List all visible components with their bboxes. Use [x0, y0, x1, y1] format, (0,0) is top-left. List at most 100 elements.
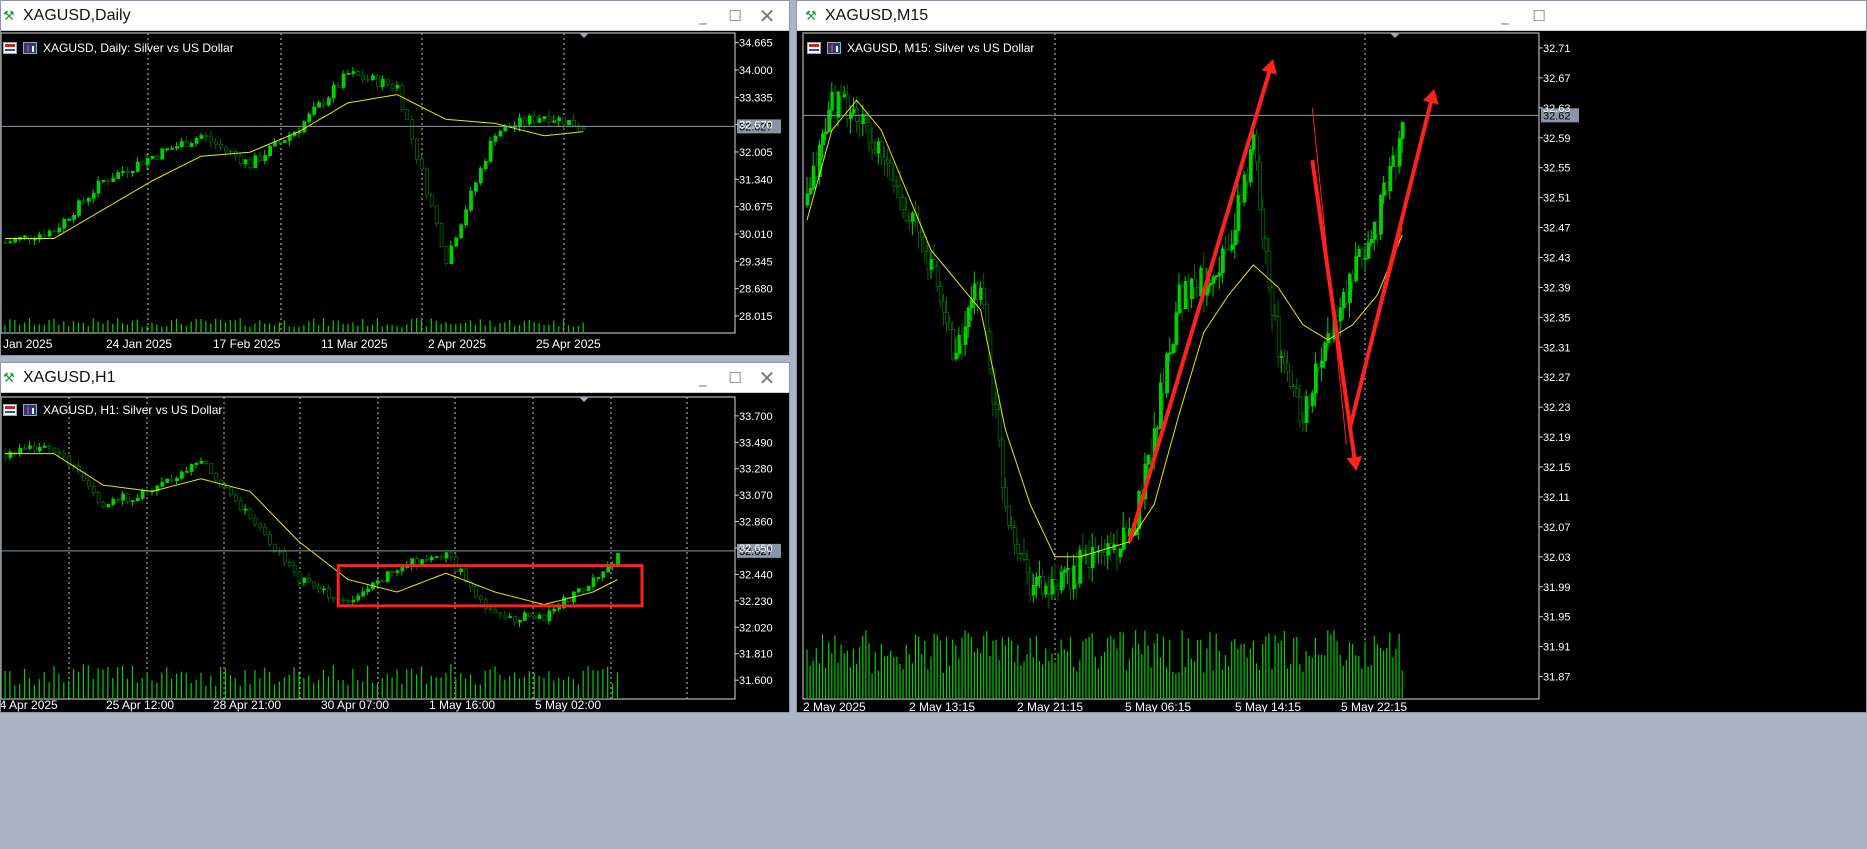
close-button[interactable]: ✕	[755, 5, 779, 27]
candle-body	[57, 227, 62, 233]
candle-body	[1376, 221, 1380, 235]
minimize-button[interactable]: _	[691, 5, 715, 27]
candle-body	[839, 91, 844, 98]
candle-body	[889, 162, 894, 181]
maximize-button[interactable]: ☐	[723, 5, 747, 27]
candle-body	[1174, 312, 1179, 345]
candle-body	[1242, 174, 1247, 203]
close-button[interactable]: ✕	[755, 367, 779, 389]
maximize-button[interactable]: ☐	[1527, 5, 1551, 27]
candle-body	[963, 326, 968, 345]
y-tick-label: 32.650	[739, 543, 773, 555]
candle-body	[385, 571, 390, 582]
candle-body	[601, 571, 606, 578]
candle-body	[351, 71, 356, 74]
h1-chart[interactable]: 32.62733.70033.49033.28033.07032.86032.6…	[1, 393, 789, 713]
candle-body	[867, 121, 872, 144]
candle-body	[37, 446, 42, 452]
candle-body	[1220, 248, 1225, 274]
candle-body	[194, 138, 199, 144]
candle-body	[1162, 382, 1166, 394]
candle-body	[1168, 352, 1173, 355]
candle-body	[121, 171, 125, 174]
candle-body	[488, 608, 493, 611]
candle-body	[1186, 281, 1191, 300]
candle-body	[932, 259, 937, 268]
candle-body	[165, 148, 170, 151]
candle-body	[268, 534, 273, 545]
minimize-button[interactable]: _	[691, 367, 715, 389]
candle-body	[361, 74, 366, 80]
candle-body	[140, 161, 145, 166]
candle-body	[1289, 370, 1294, 387]
candle-body	[175, 146, 179, 149]
daily-window-title: XAGUSD,Daily	[23, 7, 131, 24]
candle-body	[322, 588, 326, 591]
y-tick-label: 32.440	[739, 569, 773, 581]
candle-body	[439, 556, 444, 559]
candle-body	[282, 140, 287, 143]
daily-chart[interactable]: 32.62734.66534.00033.33532.67032.00531.3…	[1, 31, 789, 356]
candle-body	[833, 91, 838, 118]
candle-body	[204, 135, 209, 138]
candle-body	[121, 493, 125, 501]
candle-body	[62, 452, 67, 457]
x-tick-label: 17 Feb 2025	[213, 337, 281, 351]
chart-background	[1, 31, 789, 355]
candle-body	[1323, 342, 1328, 362]
candle-body	[1000, 439, 1005, 488]
candle-body	[498, 130, 503, 137]
candle-body	[1397, 138, 1402, 167]
candle-body	[876, 141, 881, 154]
candle-body	[165, 478, 170, 483]
candle-body	[1264, 238, 1269, 252]
candle-body	[1239, 194, 1244, 203]
y-tick-label: 32.59	[1543, 133, 1571, 145]
candle-body	[424, 559, 429, 561]
y-tick-label: 32.23	[1543, 402, 1571, 414]
candle-body	[82, 200, 86, 203]
candle-body	[1016, 544, 1021, 554]
candle-body	[341, 598, 346, 602]
candle-body	[258, 155, 263, 161]
m15-chart-window[interactable]: ⚒ XAGUSD,M15 _ ☐ 32.62 32.71 32.67 32.63 32.…	[796, 0, 1867, 713]
candle-body	[116, 498, 121, 501]
candle-body	[1279, 356, 1284, 358]
maximize-button[interactable]: ☐	[723, 367, 747, 389]
minimize-button[interactable]: _	[1493, 5, 1517, 27]
candle-body	[1224, 248, 1228, 251]
candle-body	[469, 190, 473, 211]
candle-body	[233, 494, 238, 502]
y-tick-label: 28.680	[739, 284, 773, 296]
candle-body	[224, 486, 228, 489]
x-tick-label: 1 May 16:00	[429, 698, 495, 712]
candle-body	[616, 553, 620, 565]
m15-window-titlebar[interactable]: ⚒ XAGUSD,M15 _ ☐	[797, 1, 1866, 31]
candle-body	[1081, 549, 1086, 555]
y-tick-label: 28.015	[739, 311, 773, 323]
y-tick-label: 31.87	[1543, 672, 1571, 684]
candle-body	[1003, 487, 1008, 507]
y-tick-label: 32.11	[1543, 492, 1570, 504]
candle-body	[375, 75, 380, 88]
candle-body	[1059, 571, 1064, 591]
candle-body	[1211, 276, 1216, 284]
h1-window-titlebar[interactable]: ⚒ XAGUSD,H1 _ ☐ ✕	[1, 363, 789, 393]
candle-body	[1261, 208, 1266, 240]
candle-body	[42, 234, 47, 237]
candle-body	[898, 185, 903, 198]
daily-window-titlebar[interactable]: ⚒ XAGUSD,Daily _ ☐ ✕	[1, 1, 789, 31]
candle-body	[552, 120, 557, 123]
h1-chart-window[interactable]: ⚒ XAGUSD,H1 _ ☐ ✕ 32.627 33.700 33.490 33.2…	[0, 362, 790, 713]
candle-body	[96, 180, 101, 194]
m15-chart[interactable]: 32.6232.7132.6732.6332.5932.5532.5132.47…	[797, 31, 1867, 713]
candle-body	[926, 250, 931, 270]
candle-body	[228, 150, 233, 153]
daily-chart-window[interactable]: ⚒ XAGUSD,Daily _ ☐ ✕ 32.627 34.665 34.000 3…	[0, 0, 790, 356]
candle-body	[1146, 454, 1151, 465]
candle-body	[214, 473, 219, 481]
candle-body	[317, 102, 322, 108]
x-tick-label: 5 May 14:15	[1235, 700, 1301, 713]
candle-body	[1292, 386, 1297, 390]
candle-body	[1348, 273, 1352, 303]
